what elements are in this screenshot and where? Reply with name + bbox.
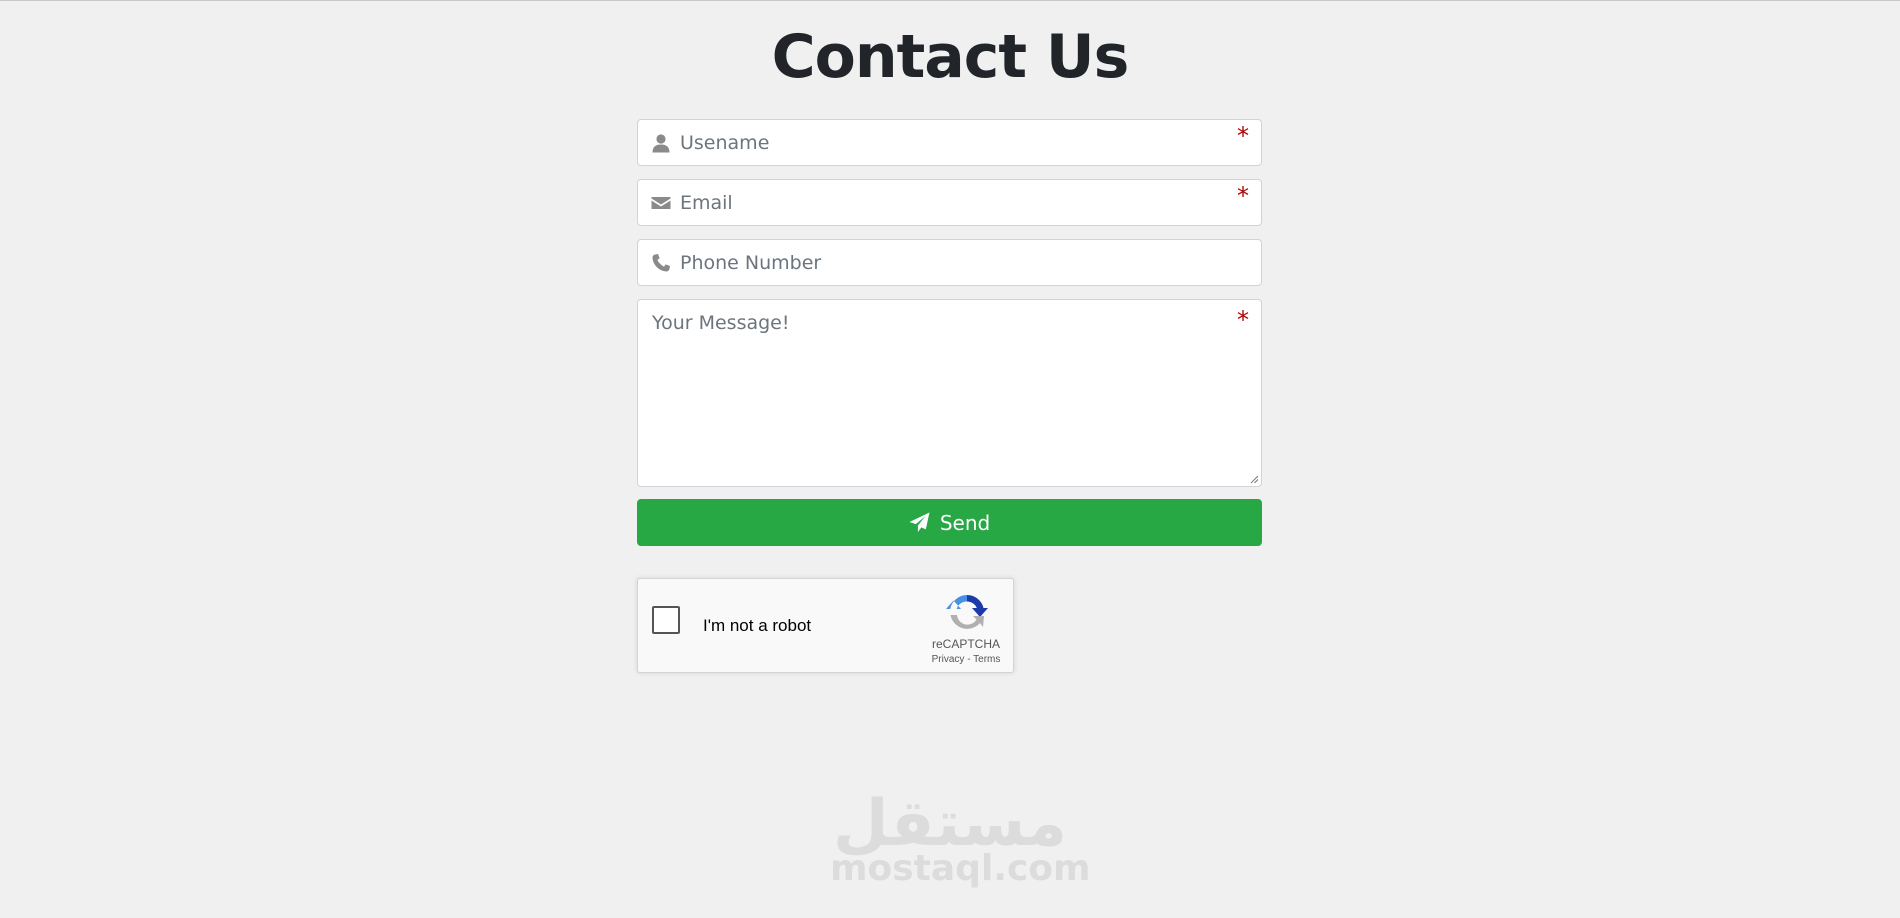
recaptcha-privacy-link[interactable]: Privacy (932, 654, 965, 665)
recaptcha-terms-link[interactable]: Terms (973, 654, 1000, 665)
message-field-wrapper: * (637, 299, 1262, 487)
recaptcha-widget: I'm not a robot reCAPTCHA Privacy - Term… (637, 578, 1014, 673)
paper-plane-icon (909, 512, 930, 532)
recaptcha-checkbox[interactable] (652, 606, 680, 634)
user-icon (652, 134, 670, 153)
email-input[interactable] (680, 180, 1220, 225)
required-asterisk: * (1237, 306, 1249, 334)
required-asterisk: * (1237, 122, 1249, 150)
recaptcha-brand: reCAPTCHA (931, 637, 1000, 651)
phone-field-wrapper (637, 239, 1262, 286)
recaptcha-link-separator: - (964, 654, 974, 665)
recaptcha-label: I'm not a robot (703, 616, 812, 635)
resize-grip-icon[interactable] (1249, 474, 1259, 484)
phone-input[interactable] (680, 240, 1220, 285)
username-field-wrapper: * (637, 119, 1262, 166)
send-button[interactable]: Send (637, 499, 1262, 546)
watermark: مستقل mostaql.com (830, 791, 1091, 889)
message-textarea[interactable] (638, 300, 1261, 486)
recaptcha-links: Privacy - Terms (901, 654, 1031, 665)
watermark-text: mostaql.com (830, 848, 1091, 889)
email-field-wrapper: * (637, 179, 1262, 226)
envelope-icon (651, 197, 671, 209)
send-button-label: Send (939, 510, 991, 535)
contact-form: * * * Send (637, 119, 1262, 546)
phone-icon (652, 254, 670, 272)
page-title: Contact Us (771, 22, 1130, 92)
required-asterisk: * (1237, 182, 1249, 210)
recaptcha-logo-icon (946, 594, 988, 629)
username-input[interactable] (680, 120, 1220, 165)
